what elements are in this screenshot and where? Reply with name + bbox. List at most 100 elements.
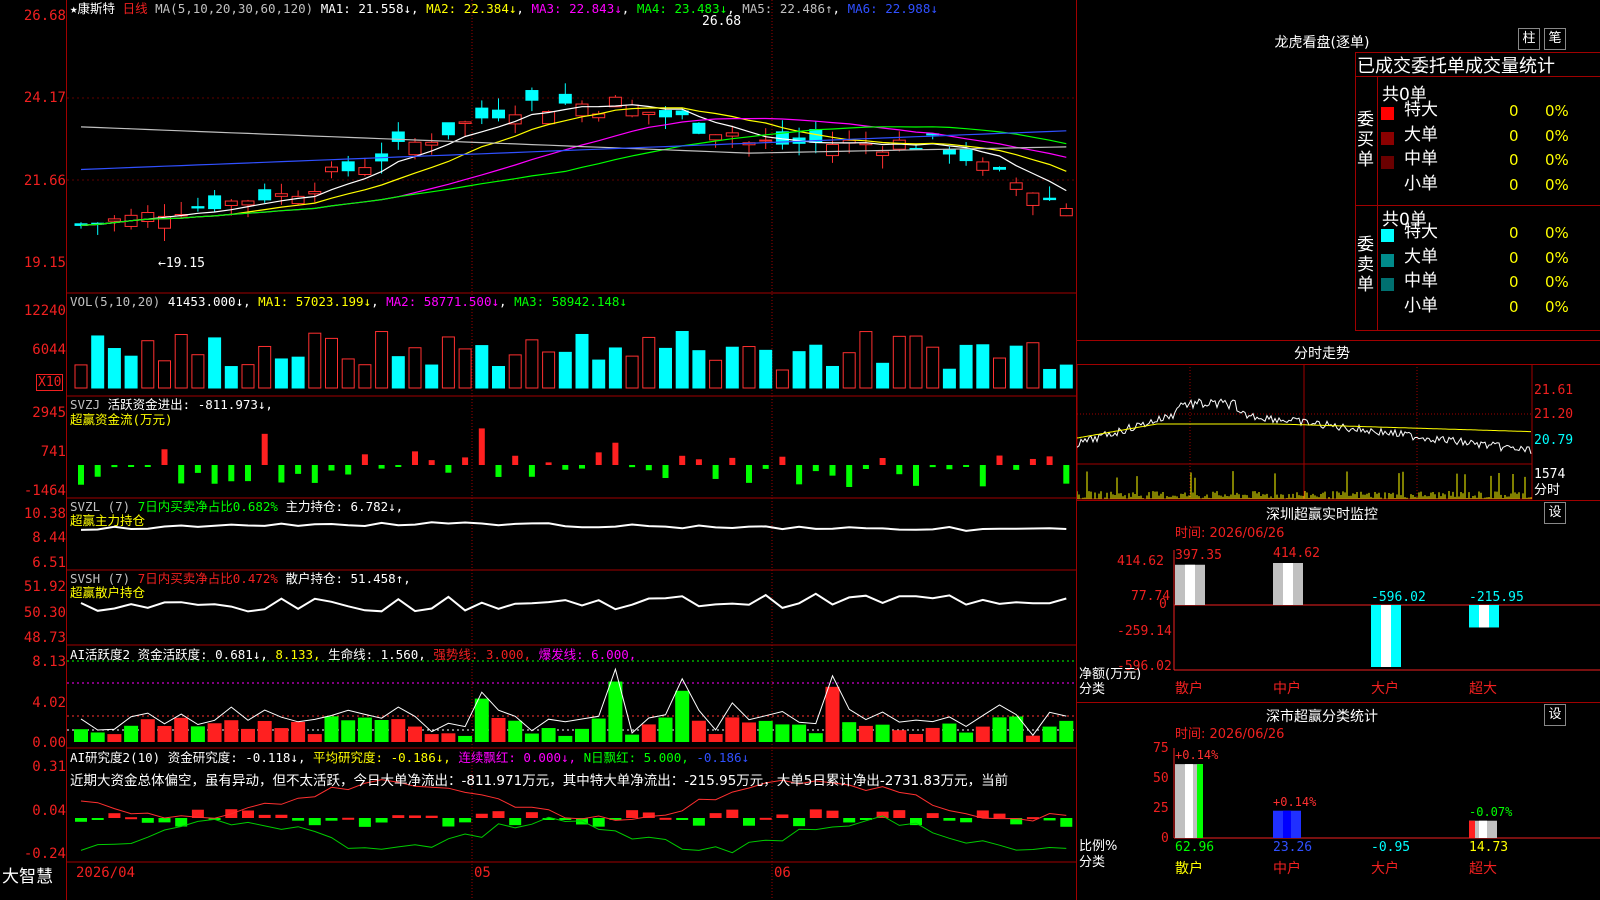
svzj-bar — [545, 462, 552, 465]
ai2-bar — [257, 720, 272, 742]
air-axis-3: -0.24 — [23, 846, 66, 862]
bar-mode-button[interactable]: 柱 — [1518, 28, 1540, 50]
volume-bar — [425, 364, 439, 389]
ai-research-bar — [125, 817, 138, 820]
candle-body — [1026, 192, 1040, 206]
candle-body — [876, 151, 890, 157]
svzj-bar — [211, 465, 218, 484]
candle-body — [141, 212, 155, 222]
ai2-bar — [241, 728, 255, 742]
volume-bar — [341, 358, 355, 389]
ai2-bar — [458, 735, 473, 742]
ai2-bar — [441, 733, 456, 742]
candle-body — [224, 200, 238, 206]
monitor-bar-label: 414.62 — [1273, 546, 1320, 561]
candle-body — [208, 195, 222, 210]
ai2-axis-1: 8.13 — [32, 654, 66, 670]
ai-research-bar — [592, 818, 605, 827]
svzj-bar — [144, 465, 151, 467]
ai-research-bar — [759, 817, 772, 820]
stats-settings-button[interactable]: 设 — [1544, 704, 1566, 726]
ai2-bar — [374, 720, 389, 742]
volume-bar — [375, 331, 389, 389]
ai2-bar — [558, 735, 573, 742]
volume-bar — [174, 334, 188, 389]
volume-bar — [692, 350, 706, 389]
stats-title: 深市超赢分类统计 — [1266, 709, 1378, 725]
ai2-bar — [1025, 735, 1040, 742]
stats-bar — [1469, 820, 1497, 838]
candle-body — [725, 132, 739, 137]
ai-research-bar — [492, 811, 505, 818]
ai2-bar — [942, 723, 957, 742]
price-axis-3: 21.66 — [23, 173, 66, 189]
buy-row-value: 0 — [1509, 151, 1519, 169]
chart-canvas[interactable] — [67, 0, 1076, 900]
candle-body — [659, 110, 672, 118]
sell-swatch — [1381, 229, 1394, 242]
volume-bar — [659, 347, 672, 389]
ai2-bar — [524, 733, 539, 742]
ai-research-bar — [692, 818, 705, 826]
ai2-bar — [541, 728, 556, 742]
volume-bar — [107, 348, 121, 389]
candle-body — [642, 111, 656, 116]
svsh-axis-2: 50.30 — [23, 605, 66, 621]
ai-research-bar — [375, 818, 388, 823]
buy-row-value: 0 — [1509, 126, 1519, 145]
monitor-bar-label: -215.95 — [1469, 590, 1524, 605]
svzj-axis-1: 2945 — [32, 405, 66, 421]
ai2-bar — [324, 716, 339, 742]
monitor-axis-3: 0 — [1159, 597, 1167, 612]
buy-swatch — [1381, 107, 1394, 120]
svzj-bar — [779, 456, 786, 465]
volume-bar — [1026, 342, 1040, 389]
ai2-bar — [858, 725, 873, 742]
svzj-bar — [462, 457, 469, 465]
date-label-apr: 2026/04 — [76, 865, 136, 881]
monitor-cat-label: 中户 — [1273, 681, 1301, 697]
monitor-settings-button[interactable]: 设 — [1544, 502, 1566, 524]
monitor-cat-label: 超大 — [1469, 681, 1497, 697]
svzl-header: SVZL (7) 7日内买卖净占比0.682% 主力持仓: 6.782↓, — [70, 499, 404, 514]
ai-research-bar — [1043, 818, 1056, 821]
tick-mode-button[interactable]: 笔 — [1544, 28, 1566, 50]
ai2-bar — [157, 725, 172, 742]
monitor-bar-label: -596.02 — [1371, 590, 1426, 605]
ai2-bar — [408, 726, 422, 742]
svzj-bar — [261, 433, 268, 465]
svzl-subtitle: 超赢主力持仓 — [70, 513, 146, 528]
volume-bar — [1043, 368, 1057, 389]
sell-swatch — [1381, 302, 1394, 316]
svzj-bar — [712, 465, 719, 479]
intraday-chart[interactable] — [1077, 364, 1600, 500]
candle-body — [241, 200, 255, 206]
ai-research-bar — [475, 813, 488, 818]
sell-row-value: 0 — [1509, 297, 1519, 316]
volume-bar — [976, 344, 990, 389]
ai2-bar — [691, 720, 706, 742]
ai-research-bar — [926, 813, 939, 818]
svzj-bar — [328, 465, 335, 471]
svzj-bar — [979, 465, 986, 487]
ai-research-bar — [726, 809, 739, 818]
volume-bar — [325, 337, 338, 389]
monitor-bar — [1175, 564, 1205, 605]
stats-top-label: +0.14% — [1273, 794, 1317, 809]
stats-value-label: -0.95 — [1371, 840, 1411, 855]
svzj-bar — [579, 465, 585, 469]
candle-body — [475, 107, 489, 119]
ai2-axis-2: 4.02 — [32, 695, 66, 711]
ai2-bar — [357, 717, 372, 742]
candle-body — [993, 166, 1006, 170]
main-chart-area[interactable]: ★康斯特 日线 MA(5,10,20,30,60,120) MA1: 21.55… — [0, 0, 1077, 900]
ai-research-bar — [342, 817, 355, 820]
volume-bar — [141, 340, 155, 389]
monitor-bar — [1371, 605, 1401, 667]
svzj-bar — [111, 465, 118, 468]
ai-research-bar — [409, 815, 421, 818]
candle-body — [942, 149, 956, 155]
ai-research-bar — [158, 818, 171, 823]
candle-body — [525, 90, 539, 101]
svsh-subtitle: 超赢散户持仓 — [70, 585, 146, 600]
